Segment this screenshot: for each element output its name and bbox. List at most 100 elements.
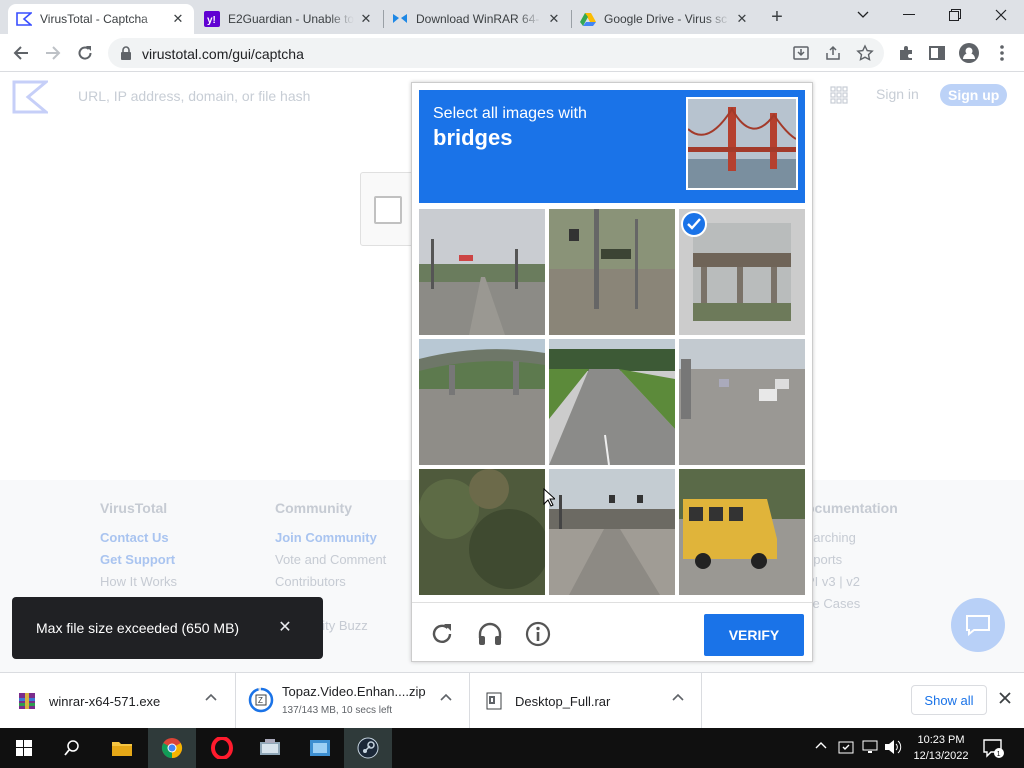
forward-arrow-icon[interactable] [42, 42, 64, 64]
svg-text:y!: y! [207, 15, 216, 26]
footer-link-reports[interactable]: eports [806, 549, 898, 571]
settings-app-icon[interactable] [296, 728, 344, 768]
profile-avatar-icon[interactable] [958, 42, 980, 64]
chat-bubble-icon[interactable] [951, 598, 1005, 652]
windows-start-icon[interactable] [0, 728, 48, 768]
captcha-tile-1[interactable] [419, 209, 545, 335]
tab-close-icon[interactable]: ✕ [358, 11, 374, 27]
lock-icon[interactable] [120, 46, 132, 60]
recaptcha-checkbox[interactable] [374, 196, 402, 224]
download-item-winrar[interactable]: winrar-x64-571.exe [0, 673, 236, 729]
tab-search-chevron-icon[interactable] [840, 0, 886, 30]
winrar-file-icon [18, 692, 36, 710]
network-tray-icon[interactable] [862, 739, 880, 755]
captcha-tile-4[interactable] [419, 339, 545, 465]
captcha-tile-6[interactable] [679, 339, 805, 465]
chevron-up-icon[interactable] [205, 693, 221, 709]
footer-link-api[interactable]: PI v3 | v2 [806, 571, 898, 593]
chevron-up-icon[interactable] [440, 693, 456, 709]
apps-grid-icon[interactable] [830, 86, 848, 104]
captcha-tile-9[interactable] [679, 469, 805, 595]
chrome-taskbar-icon[interactable] [148, 728, 196, 768]
footer-heading: Community [275, 500, 352, 516]
tab-virustotal[interactable]: VirusTotal - Captcha ✕ [8, 4, 194, 34]
download-item-topaz[interactable]: Z Topaz.Video.Enhan....zip 137/143 MB, 1… [236, 673, 470, 729]
install-app-icon[interactable] [792, 44, 810, 62]
tab-title: VirusTotal - Captcha [40, 12, 148, 26]
tab-close-icon[interactable]: ✕ [734, 11, 750, 27]
download-filename: Desktop_Full.rar [515, 694, 611, 709]
challenge-target: bridges [433, 125, 513, 150]
captcha-tile-2[interactable] [549, 209, 675, 335]
tab-strip: VirusTotal - Captcha ✕ y! E2Guardian - U… [0, 0, 1024, 34]
sign-up-button[interactable]: Sign up [940, 84, 1008, 106]
help-info-icon[interactable] [524, 620, 552, 648]
tray-chevron-up-icon[interactable] [815, 741, 827, 749]
close-downloads-bar-icon[interactable] [998, 691, 1016, 709]
tab-e2guardian[interactable]: y! E2Guardian - Unable to ✕ [196, 4, 382, 34]
download-status: 137/143 MB, 10 secs left [282, 705, 393, 716]
footer-link-support[interactable]: Get Support [100, 549, 177, 571]
chrome-menu-kebab-icon[interactable] [991, 42, 1013, 64]
footer-heading: VirusTotal [100, 500, 168, 516]
tab-winrar[interactable]: Download WinRAR 64- ✕ [384, 4, 570, 34]
downloads-bar: winrar-x64-571.exe Z Topaz.Video.Enhan..… [0, 672, 1024, 729]
reload-challenge-icon[interactable] [428, 620, 456, 648]
footer-link-how-it-works[interactable]: How It Works [100, 571, 177, 593]
tab-title: Google Drive - Virus sc [604, 12, 728, 26]
snackbar-message: Max file size exceeded (650 MB) [36, 620, 240, 636]
system-app-icon[interactable] [246, 728, 294, 768]
footer-link-join[interactable]: Join Community [275, 527, 386, 549]
download-filename: Topaz.Video.Enhan....zip [282, 684, 426, 699]
address-bar[interactable]: virustotal.com/gui/captcha [108, 38, 884, 68]
footer-link-contact[interactable]: Contact Us [100, 527, 177, 549]
virustotal-logo-icon[interactable] [12, 80, 48, 114]
chevron-up-icon[interactable] [672, 693, 688, 709]
recaptcha-challenge: Select all images with bridges VERIFY [411, 82, 813, 662]
captcha-tile-3-selected[interactable] [679, 209, 805, 335]
download-item-desktop-full[interactable]: Desktop_Full.rar [470, 673, 702, 729]
bookmark-star-icon[interactable] [856, 44, 874, 62]
security-tray-icon[interactable] [838, 739, 854, 755]
footer-link-searching[interactable]: earching [806, 527, 898, 549]
virustotal-favicon-icon [16, 11, 32, 27]
taskbar-clock[interactable]: 10:23 PM 12/13/2022 [910, 732, 972, 764]
file-explorer-icon[interactable] [98, 728, 146, 768]
yahoo-favicon-icon: y! [204, 11, 220, 27]
new-tab-plus-icon[interactable]: + [766, 7, 788, 29]
share-icon[interactable] [824, 44, 842, 62]
footer-link-use-cases[interactable]: se Cases [806, 593, 898, 615]
search-input[interactable]: URL, IP address, domain, or file hash [78, 88, 310, 104]
rar-file-icon [486, 692, 502, 710]
extensions-puzzle-icon[interactable] [895, 42, 917, 64]
footer-link-contributors[interactable]: Contributors [275, 571, 386, 593]
volume-tray-icon[interactable] [884, 739, 902, 755]
footer-link-vote[interactable]: Vote and Comment [275, 549, 386, 571]
steam-icon[interactable] [344, 728, 392, 768]
selected-checkmark-icon [681, 211, 707, 237]
audio-challenge-headphones-icon[interactable] [476, 620, 504, 648]
captcha-tile-8[interactable] [549, 469, 675, 595]
sign-in-link[interactable]: Sign in [876, 86, 919, 102]
restore-icon[interactable] [932, 0, 978, 30]
side-panel-icon[interactable] [926, 42, 948, 64]
challenge-instruction: Select all images with [433, 105, 587, 122]
close-window-icon[interactable] [978, 0, 1024, 30]
search-icon[interactable] [48, 728, 96, 768]
snackbar-close-icon[interactable]: ✕ [274, 616, 296, 638]
captcha-tile-7[interactable] [419, 469, 545, 595]
sample-bridge-image [686, 97, 798, 190]
back-arrow-icon[interactable] [10, 42, 32, 64]
tab-google-drive[interactable]: Google Drive - Virus sc ✕ [572, 4, 758, 34]
opera-icon[interactable] [198, 728, 246, 768]
tab-close-icon[interactable]: ✕ [170, 11, 186, 27]
tab-close-icon[interactable]: ✕ [546, 11, 562, 27]
minimize-icon[interactable] [886, 0, 932, 30]
svg-text:1: 1 [997, 751, 1001, 758]
footer-heading: ocumentation [806, 500, 898, 516]
notifications-icon[interactable]: 1 [982, 737, 1004, 759]
verify-button[interactable]: VERIFY [704, 614, 804, 656]
show-all-downloads-button[interactable]: Show all [911, 685, 987, 715]
reload-icon[interactable] [74, 42, 96, 64]
captcha-tile-5[interactable] [549, 339, 675, 465]
